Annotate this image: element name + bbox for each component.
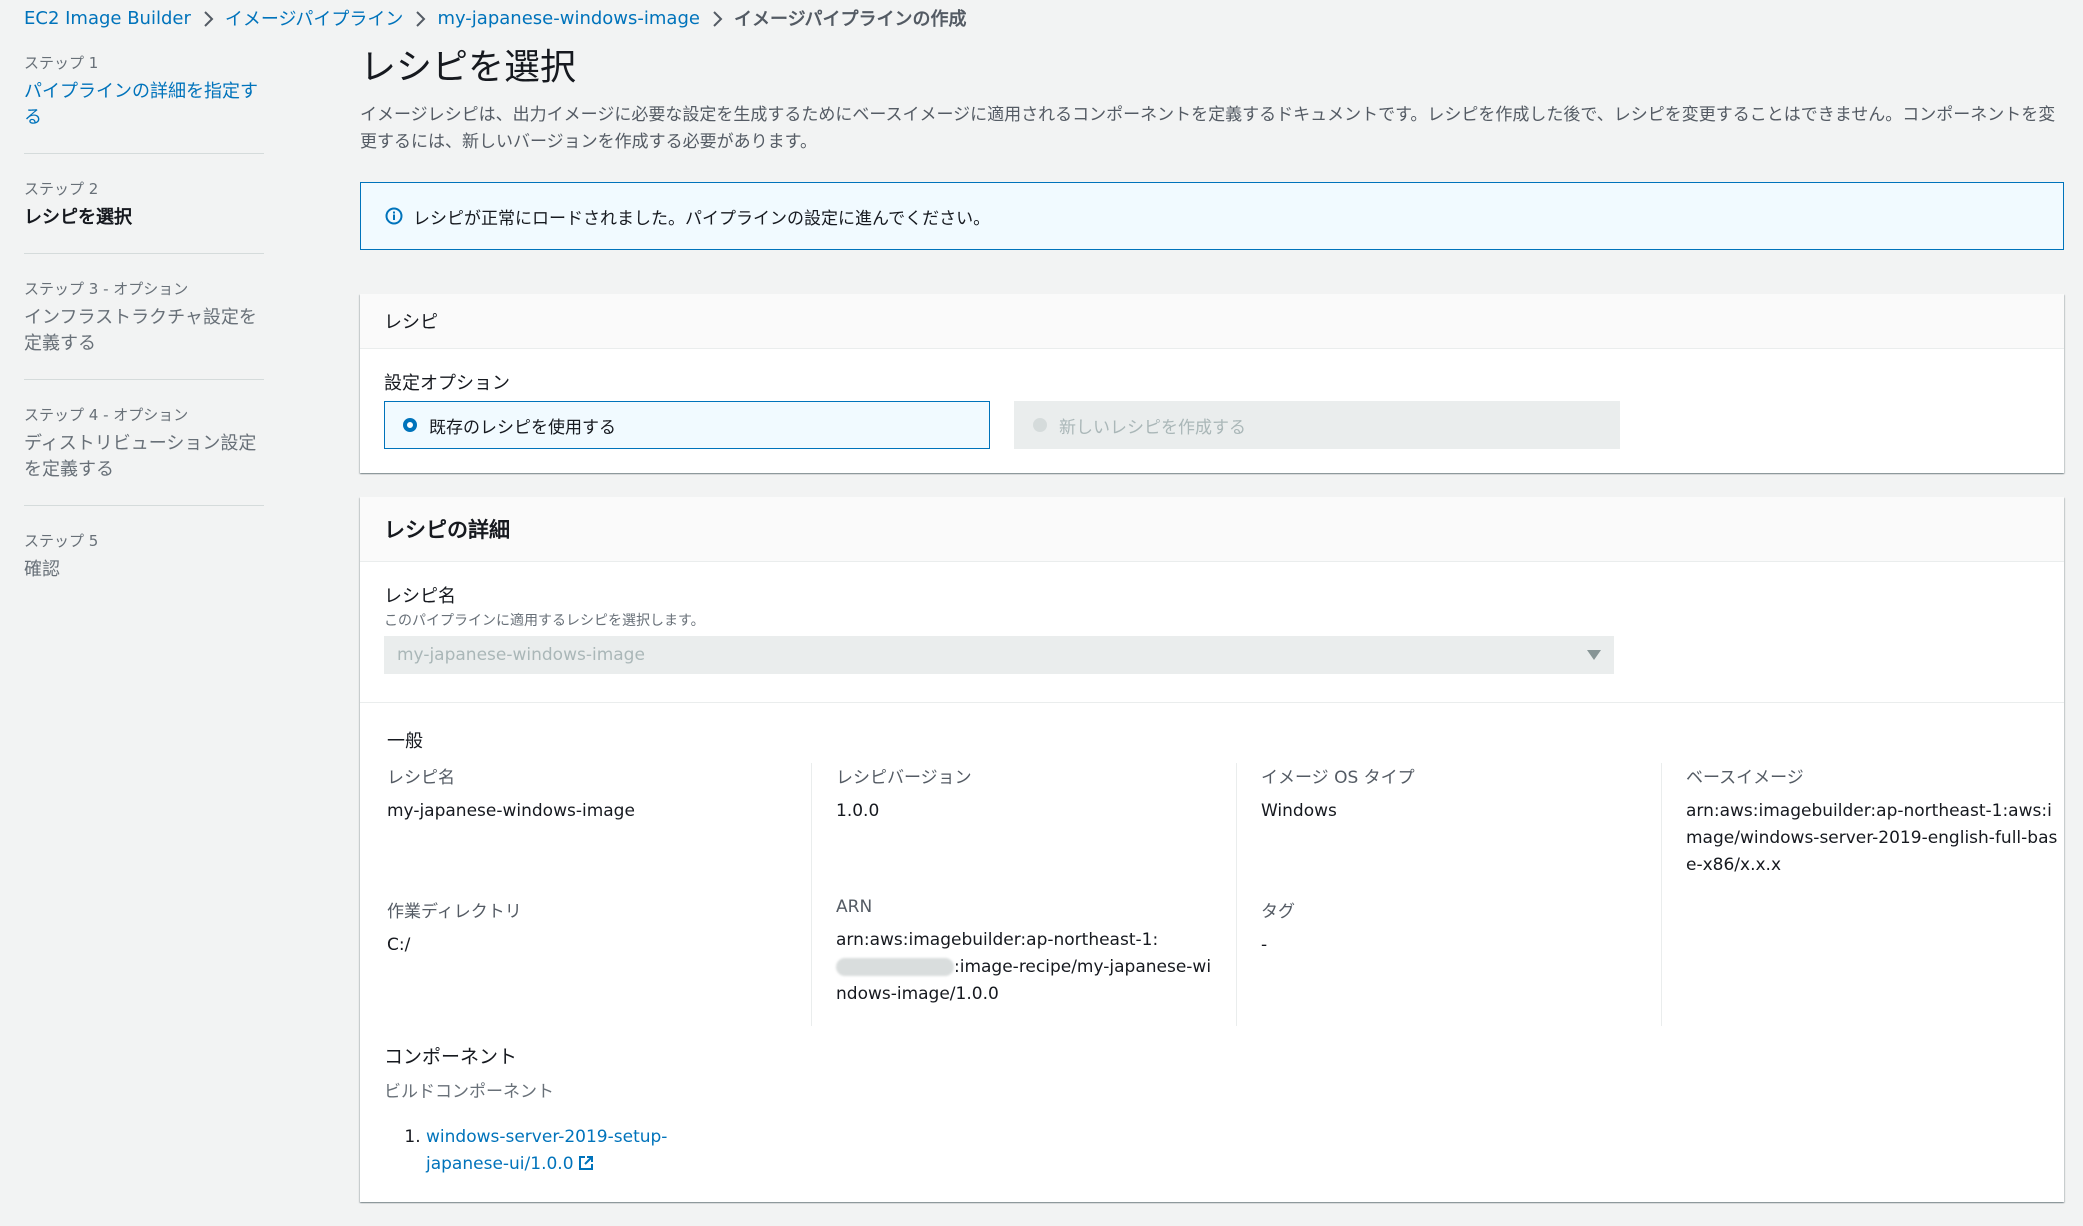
recipe-details-header: レシピの詳細 [360,497,2064,562]
use-existing-recipe-tile[interactable]: 既存のレシピを使用する [384,401,990,449]
redacted-account-id [836,958,954,976]
recipe-name-select-value: my-japanese-windows-image [397,645,645,665]
caret-down-icon [1587,650,1601,660]
step-number: ステップ 4 - オプション [24,406,189,424]
kv-key: イメージ OS タイプ [1261,768,1415,788]
breadcrumb-current: イメージパイプラインの作成 [733,9,967,30]
component-link[interactable]: windows-server-2019-setup-japanese-ui/1.… [426,1127,667,1174]
step-link-pipeline-details[interactable]: パイプラインの詳細を指定する [24,81,258,128]
step-number: ステップ 3 - オプション [24,280,189,298]
recipe-details-panel: レシピの詳細 レシピ名 このパイプラインに適用するレシピを選択します。 my-j… [360,497,2064,1202]
kv-value: arn:aws:imagebuilder:ap-northeast-1:aws:… [1686,801,2058,875]
config-option-label: 設定オプション [384,373,510,394]
chevron-right-icon [700,8,734,29]
kv-value: my-japanese-windows-image [387,801,635,821]
step-title-choose-recipe: レシピを選択 [24,207,132,228]
config-option-tiles: 既存のレシピを使用する 新しいレシピを作成する [384,401,2040,449]
arn-prefix: arn:aws:imagebuilder:ap-northeast-1: [836,930,1159,950]
kv-value: 1.0.0 [836,801,880,821]
kv-key: レシピ名 [387,768,455,788]
external-link-icon[interactable] [578,1155,594,1171]
kv-os-type: イメージ OS タイプ Windows [1237,763,1662,897]
breadcrumb: EC2 Image Builder イメージパイプライン my-japanese… [24,4,967,32]
kv-key: レシピバージョン [836,768,972,788]
list-item: windows-server-2019-setup-japanese-ui/1.… [426,1124,726,1178]
radio-selected-icon[interactable] [403,418,417,432]
chevron-right-icon [191,8,225,29]
step-title-infrastructure: インフラストラクチャ設定を定義する [24,307,257,354]
step-3: ステップ 3 - オプション インフラストラクチャ設定を定義する [24,276,264,380]
components-title: コンポーネント [384,1046,518,1068]
kv-key: ベースイメージ [1686,768,1804,788]
kv-key: ARN [836,897,873,917]
build-components-label: ビルドコンポーネント [384,1082,554,1102]
kv-base-image: ベースイメージ arn:aws:imagebuilder:ap-northeas… [1662,763,2083,897]
kv-recipe-version: レシピバージョン 1.0.0 [812,763,1237,897]
step-number: ステップ 5 [24,532,99,550]
recipe-panel: レシピ 設定オプション 既存のレシピを使用する 新しいレシピを作成する [360,294,2064,473]
recipe-name-select: my-japanese-windows-image [384,636,1614,674]
create-new-recipe-label: 新しいレシピを作成する [1059,417,1246,438]
page-title: レシピを選択 [360,47,577,88]
kv-tags: タグ - [1237,897,1662,1026]
kv-value: C:/ [387,935,411,955]
kv-key: タグ [1261,902,1295,922]
create-new-recipe-tile: 新しいレシピを作成する [1014,401,1620,449]
breadcrumb-pipeline[interactable]: my-japanese-windows-image [437,8,700,29]
flash-message: レシピが正常にロードされました。パイプラインの設定に進んでください。 [413,208,991,229]
build-components-list: windows-server-2019-setup-japanese-ui/1.… [384,1124,2040,1178]
kv-value: - [1261,935,1268,955]
page-description: イメージレシピは、出力イメージに必要な設定を生成するためにベースイメージに適用さ… [360,105,2056,152]
wizard-steps: ステップ 1 パイプラインの詳細を指定する ステップ 2 レシピを選択 ステップ… [24,50,264,627]
step-number: ステップ 2 [24,180,99,198]
kv-arn: ARN arn:aws:imagebuilder:ap-northeast-1:… [812,897,1237,1026]
step-5: ステップ 5 確認 [24,528,264,605]
step-4: ステップ 4 - オプション ディストリビューション設定を定義する [24,402,264,506]
kv-value: Windows [1261,801,1337,821]
use-existing-recipe-label: 既存のレシピを使用する [429,417,616,438]
kv-working-directory: 作業ディレクトリ C:/ [387,897,812,1026]
radio-disabled-icon [1033,418,1047,432]
kv-empty [1662,897,2083,1026]
kv-key: 作業ディレクトリ [387,902,522,922]
step-2: ステップ 2 レシピを選択 [24,176,264,254]
step-title-distribution: ディストリビューション設定を定義する [24,433,257,480]
recipe-name-label: レシピ名 [384,586,456,607]
divider [360,702,2064,703]
info-flash: レシピが正常にロードされました。パイプラインの設定に進んでください。 [360,182,2064,250]
step-number: ステップ 1 [24,54,99,72]
info-icon [385,207,403,225]
general-grid: レシピ名 my-japanese-windows-image レシピバージョン … [387,763,2057,1026]
step-title-review: 確認 [24,559,60,580]
recipe-name-description: このパイプラインに適用するレシピを選択します。 [384,613,705,629]
recipe-panel-header: レシピ [360,294,2064,349]
chevron-right-icon [403,8,437,29]
kv-recipe-name: レシピ名 my-japanese-windows-image [387,763,812,897]
general-section-title: 一般 [387,731,423,752]
step-1: ステップ 1 パイプラインの詳細を指定する [24,50,264,154]
main-content: レシピを選択 イメージレシピは、出力イメージに必要な設定を生成するためにベースイ… [360,44,2064,1226]
kv-value: arn:aws:imagebuilder:ap-northeast-1::ima… [836,927,1212,1008]
breadcrumb-image-pipelines[interactable]: イメージパイプライン [225,5,404,31]
breadcrumb-ec2-image-builder[interactable]: EC2 Image Builder [24,8,191,29]
